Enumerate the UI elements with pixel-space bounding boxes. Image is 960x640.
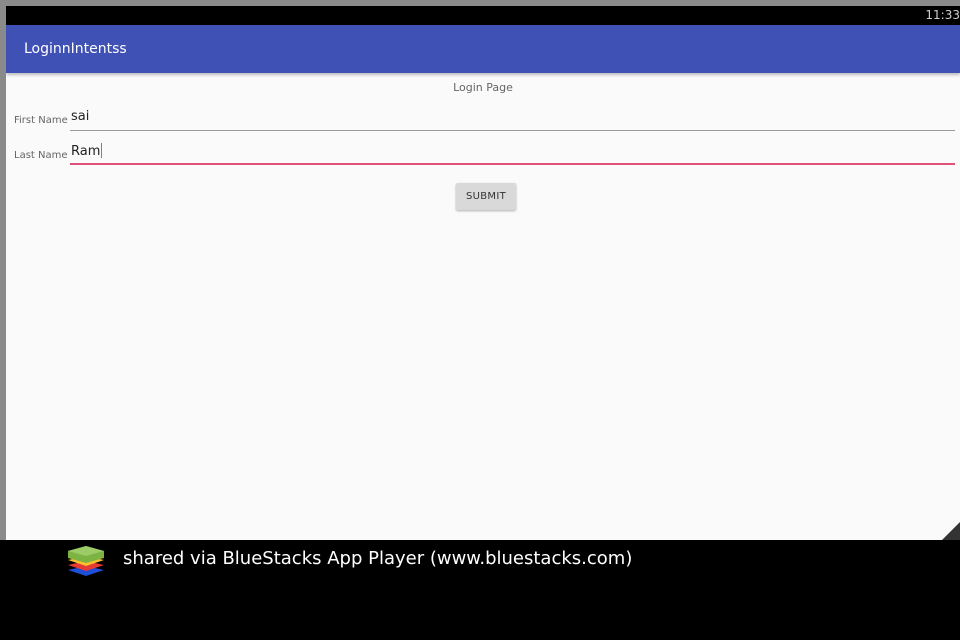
- first-name-value: sai: [71, 109, 90, 124]
- app-title: LoginnIntentss: [24, 41, 127, 57]
- last-name-label: Last Name: [14, 150, 68, 161]
- text-cursor: [101, 143, 103, 158]
- status-bar: 11:33: [6, 6, 960, 25]
- page-heading: Login Page: [453, 81, 513, 94]
- status-time: 11:33: [925, 8, 960, 22]
- first-name-field[interactable]: sai: [70, 105, 955, 131]
- first-name-label: First Name: [14, 115, 68, 126]
- first-name-underline: [70, 130, 955, 131]
- bluestacks-footer: shared via BlueStacks App Player (www.bl…: [0, 540, 960, 640]
- submit-button[interactable]: SUBMIT: [456, 183, 516, 210]
- last-name-value-wrap: Ram: [71, 143, 103, 160]
- last-name-value: Ram: [71, 144, 101, 159]
- bluestacks-logo-icon: [68, 546, 104, 576]
- resize-handle-icon[interactable]: [942, 522, 960, 540]
- footer-share-text: shared via BlueStacks App Player (www.bl…: [123, 548, 633, 569]
- last-name-field[interactable]: Ram: [70, 139, 955, 165]
- last-name-underline-focused: [70, 163, 955, 165]
- app-bar: LoginnIntentss: [6, 25, 960, 73]
- device-screen: 11:33 LoginnIntentss Login Page First Na…: [6, 6, 960, 540]
